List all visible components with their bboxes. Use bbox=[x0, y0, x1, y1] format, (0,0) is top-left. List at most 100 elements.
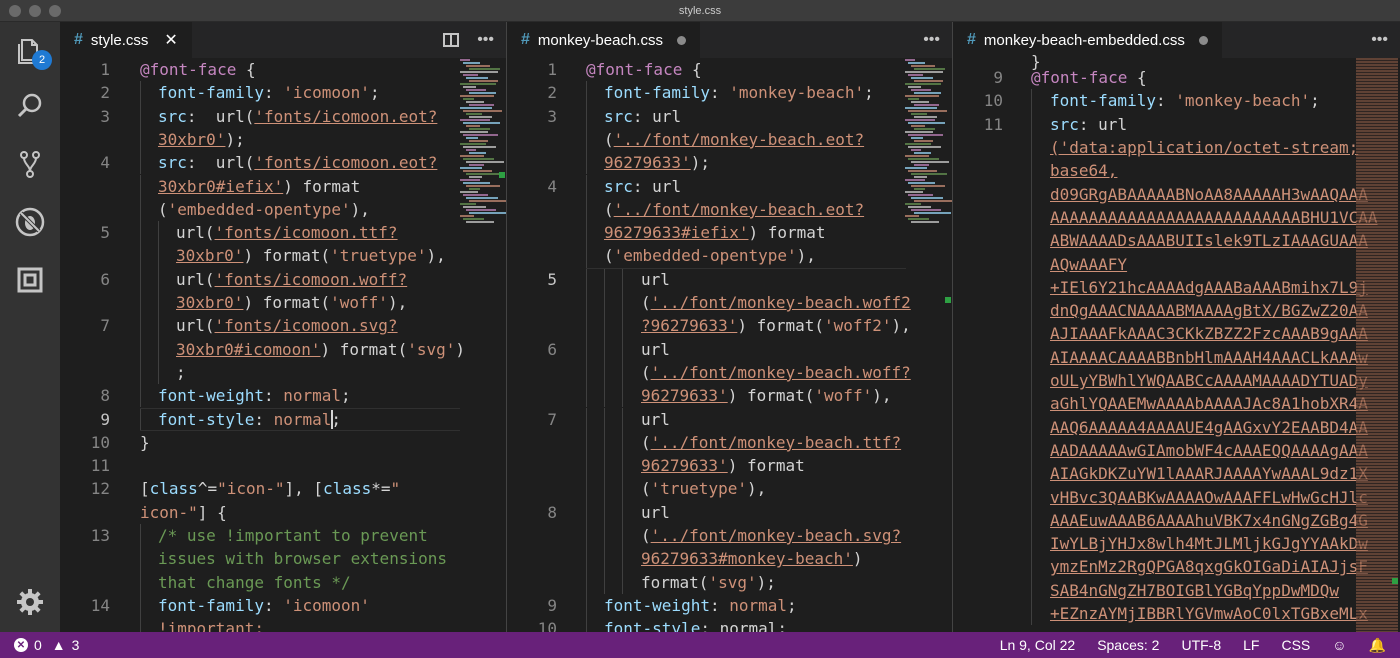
code-line[interactable]: AAAEuwAAAB6AAAAhuVBK7x4nGNgZGBg4G bbox=[953, 508, 1400, 533]
code-line[interactable]: that change fonts */ bbox=[60, 570, 506, 594]
code-line[interactable]: 3 src: url('fonts/icomoon.eot? bbox=[60, 104, 506, 128]
code-line[interactable]: +EZnzAYMjIBBRlYGVmwAoC0lxTGBxeMLx bbox=[953, 602, 1400, 626]
settings-button[interactable] bbox=[12, 584, 48, 620]
code-line[interactable]: AJIAAAFkAAAC3CKkZBZZ2FzcAAAB9gAAA bbox=[953, 322, 1400, 346]
code-line[interactable]: 7 url('fonts/icomoon.svg? bbox=[60, 314, 506, 338]
line-ending[interactable]: LF bbox=[1243, 637, 1259, 653]
code-line[interactable]: 1 @font-face { bbox=[507, 58, 952, 81]
code-line[interactable]: 14 font-family: 'icomoon' bbox=[60, 593, 506, 618]
code-line[interactable]: base64, bbox=[953, 159, 1400, 183]
code-line[interactable]: AAQ6AAAAA4AAAAUE4gAAGxvY2EAABD4AA bbox=[953, 415, 1400, 439]
code-line[interactable]: 96279633') format('woff'), bbox=[507, 384, 952, 408]
code-line[interactable]: ; bbox=[60, 360, 506, 385]
problems-indicator[interactable]: ✕ 0 ▲ 3 bbox=[14, 637, 79, 653]
code-line[interactable]: 10} bbox=[60, 431, 506, 454]
code-line[interactable]: ABWAAAADsAAABUIIslek9TLzIAAAGUAAA bbox=[953, 229, 1400, 253]
close-window-button[interactable] bbox=[9, 5, 21, 17]
code-line[interactable]: +IEl6Y21hcAAAAdgAAABaAAABmihx7L9j bbox=[953, 275, 1400, 300]
code-line[interactable]: SAB4nGNgZH7BOIGBlYGBqYppDwMDQw bbox=[953, 578, 1400, 603]
code-line[interactable]: 3 src: url bbox=[507, 104, 952, 128]
code-line[interactable]: ?96279633') format('woff2'), bbox=[507, 314, 952, 338]
code-line[interactable]: icon-"] { bbox=[60, 501, 506, 524]
code-line[interactable]: ('embedded-opentype'), bbox=[60, 197, 506, 222]
code-line[interactable]: d09GRgABAAAAABNoAA8AAAAAH3wAAQAAA bbox=[953, 182, 1400, 206]
code-line[interactable]: 10 font-style: normal; bbox=[507, 617, 952, 632]
more-actions-icon[interactable]: ••• bbox=[477, 31, 494, 49]
code-line[interactable]: 30xbr0#iefix') format bbox=[60, 174, 506, 198]
code-line[interactable]: ('../font/monkey-beach.ttf? bbox=[507, 430, 952, 455]
code-line[interactable]: IwYLBjYHJx8wlh4MtJLMljkGJgYYAAkDw bbox=[953, 532, 1400, 556]
split-editor-icon[interactable] bbox=[443, 33, 460, 47]
search-button[interactable] bbox=[12, 88, 48, 124]
code-line[interactable]: AIAGkDKZuYW1lAAARJAAAAYwAAAL9dz1X bbox=[953, 462, 1400, 486]
code-line[interactable]: 96279633#monkey-beach') bbox=[507, 547, 952, 571]
code-line[interactable]: ('embedded-opentype'), bbox=[507, 244, 952, 268]
code-line[interactable]: 8 url bbox=[507, 500, 952, 524]
cursor-position[interactable]: Ln 9, Col 22 bbox=[1000, 637, 1076, 653]
indentation[interactable]: Spaces: 2 bbox=[1097, 637, 1159, 653]
more-actions-icon[interactable]: ••• bbox=[923, 31, 940, 49]
code-line[interactable]: issues with browser extensions bbox=[60, 547, 506, 571]
code-line[interactable]: !important; bbox=[60, 617, 506, 632]
code-line[interactable]: 30xbr0#icomoon') format('svg') bbox=[60, 337, 506, 361]
code-line[interactable]: oULyYBWhlYWQAABCcAAAAMAAAADYTUADy bbox=[953, 369, 1400, 393]
tab-style-css[interactable]: # style.css ✕ bbox=[60, 22, 192, 58]
code-line[interactable]: 11 src: url bbox=[953, 112, 1400, 137]
code-line[interactable]: 6 url bbox=[507, 337, 952, 361]
zoom-window-button[interactable] bbox=[49, 5, 61, 17]
code-line[interactable]: 7 url bbox=[507, 407, 952, 431]
code-editor[interactable]: 1 @font-face {2 font-family: 'monkey-beach… bbox=[507, 58, 952, 632]
code-line[interactable]: 10 font-family: 'monkey-beach'; bbox=[953, 89, 1400, 113]
code-line[interactable]: 5 url('fonts/icomoon.ttf? bbox=[60, 221, 506, 245]
unsaved-dot-icon[interactable] bbox=[1198, 35, 1208, 45]
code-line[interactable]: 30xbr0'); bbox=[60, 127, 506, 152]
code-line[interactable]: 1 @font-face { bbox=[60, 58, 506, 81]
code-line[interactable]: AADAAAAAwGIAmobWF4cAAAEQQAAAAgAAA bbox=[953, 438, 1400, 463]
code-line[interactable]: 4 src: url bbox=[507, 174, 952, 198]
feedback-smiley-icon[interactable]: ☺ bbox=[1332, 637, 1346, 653]
minimap[interactable] bbox=[460, 58, 506, 223]
minimap[interactable] bbox=[905, 58, 952, 223]
code-line[interactable]: ('data:application/octet-stream; bbox=[953, 136, 1400, 160]
code-line[interactable]: 2 font-family: 'monkey-beach'; bbox=[507, 81, 952, 105]
code-line[interactable]: 2 font-family: 'icomoon'; bbox=[60, 81, 506, 105]
source-control-button[interactable] bbox=[12, 146, 48, 182]
language-mode[interactable]: CSS bbox=[1281, 637, 1310, 653]
code-line[interactable]: vHBvc3QAABKwAAAAOwAAAFFLwHwGcHJlc bbox=[953, 485, 1400, 509]
close-tab-icon[interactable]: ✕ bbox=[164, 30, 177, 50]
code-line[interactable]: 13 /* use !important to prevent bbox=[60, 524, 506, 548]
code-line[interactable]: ('../font/monkey-beach.woff? bbox=[507, 360, 952, 385]
encoding[interactable]: UTF-8 bbox=[1181, 637, 1221, 653]
code-line[interactable]: AQwAAAFY bbox=[953, 252, 1400, 276]
code-line[interactable]: ('../font/monkey-beach.eot? bbox=[507, 127, 952, 152]
code-line[interactable]: 96279633'); bbox=[507, 151, 952, 175]
code-line[interactable]: AAAAAAAAAAAAAAAAAAAAAAAAAABHU1VCAA bbox=[953, 205, 1400, 230]
tab-monkey-beach-css[interactable]: # monkey-beach.css bbox=[507, 22, 700, 58]
code-line[interactable]: 8 font-weight: normal; bbox=[60, 384, 506, 408]
more-actions-icon[interactable]: ••• bbox=[1371, 31, 1388, 49]
code-line[interactable]: 12 [class^="icon-"], [class*=" bbox=[60, 477, 506, 500]
unsaved-dot-icon[interactable] bbox=[676, 35, 686, 45]
code-line[interactable]: 96279633#iefix') format bbox=[507, 221, 952, 245]
code-line[interactable]: ymzEnMz2RgQPGA8qxgGkOIGaDiAIAJjsF bbox=[953, 555, 1400, 579]
code-line[interactable]: format('svg'); bbox=[507, 570, 952, 594]
notifications-bell-icon[interactable]: 🔔 bbox=[1369, 637, 1386, 654]
code-line[interactable]: ('../font/monkey-beach.eot? bbox=[507, 197, 952, 222]
code-line[interactable]: 96279633') format bbox=[507, 454, 952, 478]
debug-button[interactable] bbox=[12, 204, 48, 240]
code-line[interactable]: 30xbr0') format('truetype'), bbox=[60, 244, 506, 268]
code-line[interactable]: ('truetype'), bbox=[507, 477, 952, 501]
explorer-button[interactable]: 2 bbox=[12, 32, 52, 70]
code-line[interactable]: 9 font-weight: normal; bbox=[507, 593, 952, 618]
code-line[interactable]: ('../font/monkey-beach.svg? bbox=[507, 524, 952, 548]
code-line[interactable]: aGhlYQAAEMwAAAAbAAAAJAc8A1hobXR4A bbox=[953, 392, 1400, 416]
code-line[interactable]: 30xbr0') format('woff'), bbox=[60, 291, 506, 315]
code-editor[interactable]: 1 @font-face {2 font-family: 'icomoon'; 3 sr… bbox=[60, 58, 506, 632]
code-line[interactable]: 4 src: url('fonts/icomoon.eot? bbox=[60, 151, 506, 175]
minimize-window-button[interactable] bbox=[29, 5, 41, 17]
code-line[interactable]: AIAAAACAAAABBnbHlmAAAH4AAACLkAAAw bbox=[953, 345, 1400, 370]
code-line[interactable]: 9 @font-face { bbox=[953, 66, 1400, 89]
minimap[interactable] bbox=[1356, 58, 1398, 632]
extensions-button[interactable] bbox=[12, 262, 48, 298]
code-line[interactable]: dnQgAAACNAAAABMAAAAgBtX/BGZwZ20AA bbox=[953, 299, 1400, 323]
